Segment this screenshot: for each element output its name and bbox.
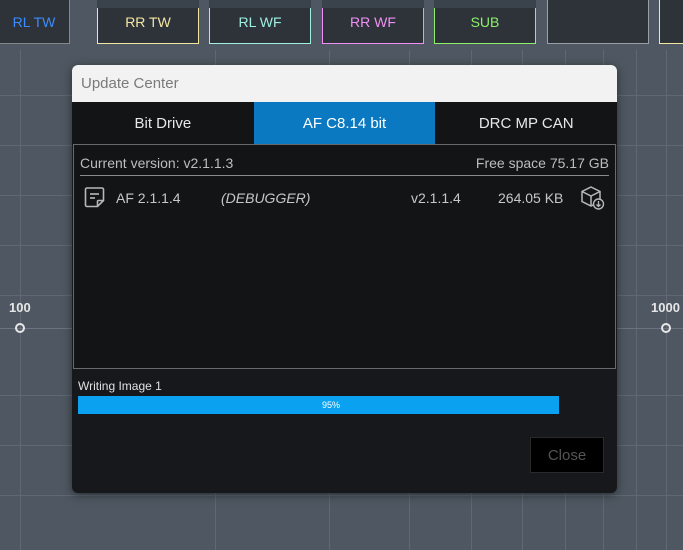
file-list-panel: Current version: v2.1.1.3 Free space 75.… [73,144,616,369]
channel-label: RL TW [12,13,56,30]
channel-button-partial[interactable] [659,0,683,44]
axis-marker[interactable] [661,323,671,333]
tab-bit-drive[interactable]: Bit Drive [72,102,254,144]
close-button[interactable]: Close [530,437,604,473]
file-tag: (DEBUGGER) [221,190,311,206]
axis-label-1000: 1000 [651,300,680,315]
channel-button-rl-tw[interactable]: RL TW [0,0,70,44]
channel-button-sub[interactable]: SUB [434,0,536,44]
channel-button-rl-wf[interactable]: RL WF [209,0,311,44]
tab-af-c8-14-bit[interactable]: AF C8.14 bit [253,102,436,144]
channel-label: SUB [470,13,500,30]
progress-bar: 95% [78,396,584,414]
free-space: Free space 75.17 GB [475,155,609,171]
channel-button-rr-wf[interactable]: RR WF [322,0,424,44]
current-version: Current version: v2.1.1.3 [80,155,234,171]
channel-label: RR WF [350,13,396,30]
axis-label-100: 100 [9,300,31,315]
progress-label: Writing Image 1 [78,379,162,393]
progress-percent: 95% [321,400,340,410]
tab-bar: Bit Drive AF C8.14 bit DRC MP CAN [72,102,617,144]
file-name: AF 2.1.1.4 [116,190,181,206]
package-download-icon[interactable] [580,184,606,215]
channel-label: RL WF [238,13,282,30]
channel-button-rr-tw[interactable]: RR TW [97,0,199,44]
tab-drc-mp-can[interactable]: DRC MP CAN [435,102,617,144]
document-icon [84,185,106,212]
channel-label: RR TW [125,13,171,30]
axis-marker[interactable] [15,323,25,333]
channel-button-empty[interactable] [547,0,649,44]
file-size: 264.05 KB [498,190,564,206]
dialog-title: Update Center [72,65,617,102]
file-row[interactable]: AF 2.1.1.4 (DEBUGGER) v2.1.1.4 264.05 KB [82,185,607,211]
panel-header: Current version: v2.1.1.3 Free space 75.… [80,155,609,176]
file-version: v2.1.1.4 [411,190,461,206]
update-center-dialog: Update Center Bit Drive AF C8.14 bit DRC… [72,65,617,493]
